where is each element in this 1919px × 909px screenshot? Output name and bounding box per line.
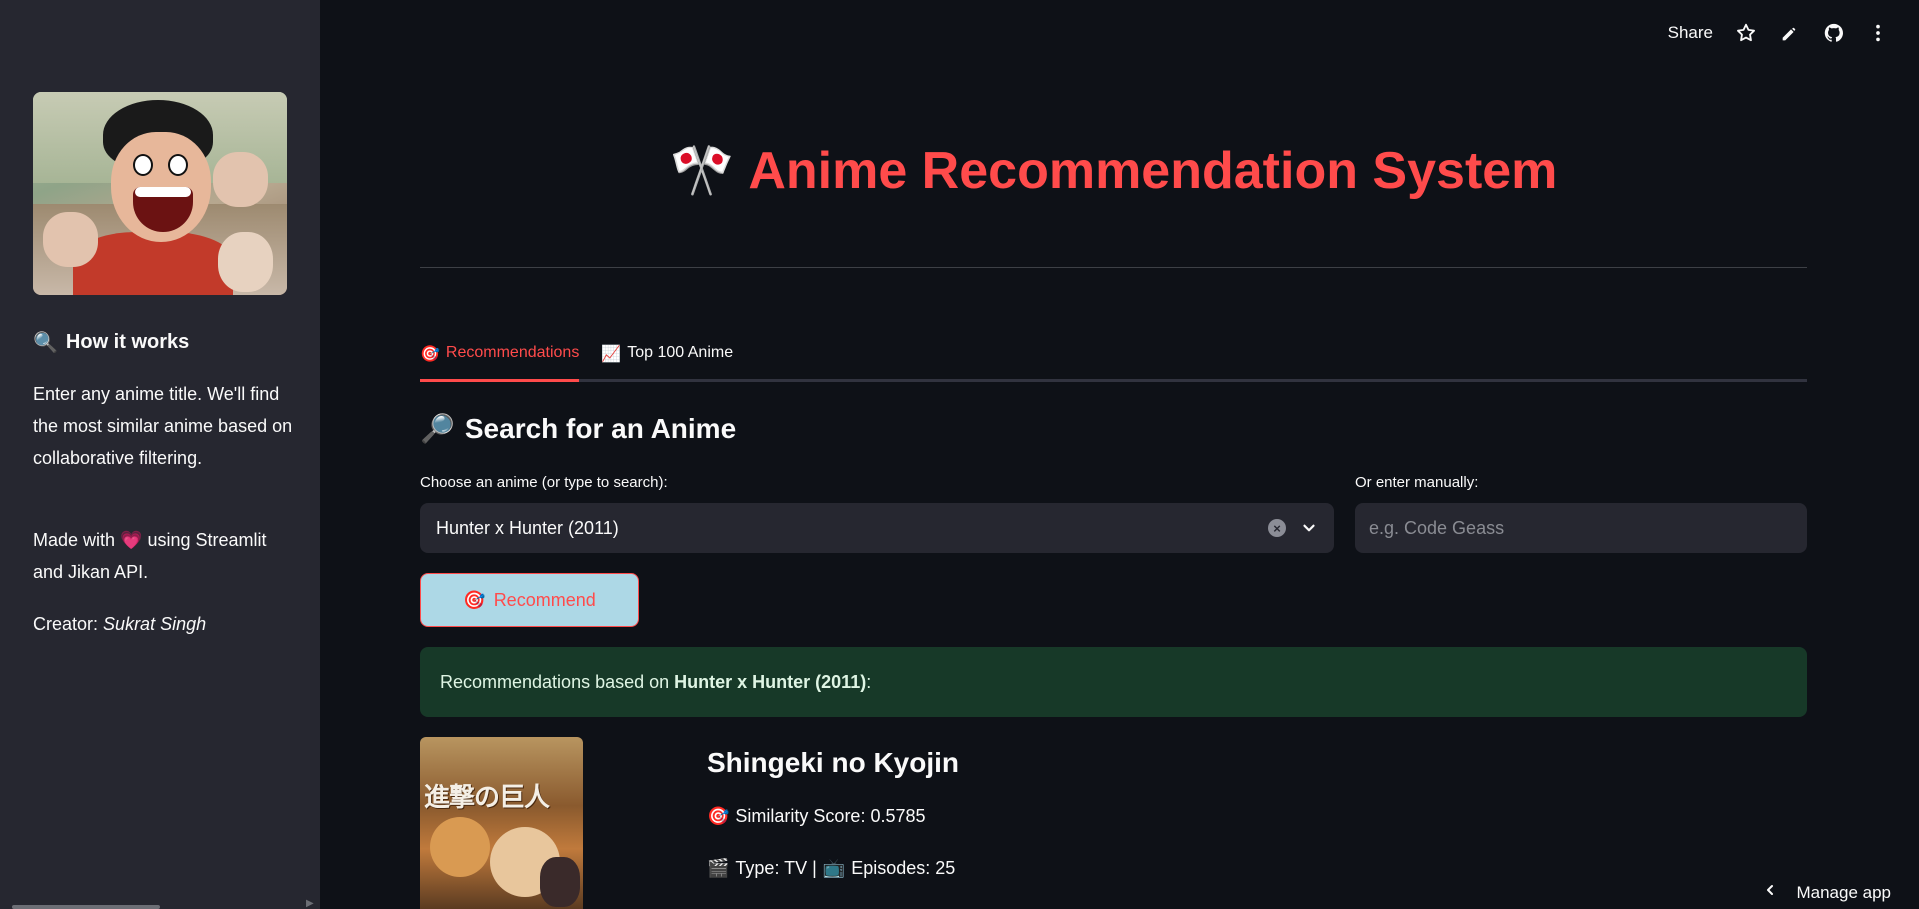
result-anime: Hunter x Hunter (2011) xyxy=(674,671,867,692)
anime-select[interactable]: Hunter x Hunter (2011) × xyxy=(420,503,1334,553)
poster-title-text: 進撃の巨人 xyxy=(424,782,550,812)
sidebar-creator: Creator: Sukrat Singh xyxy=(33,608,293,640)
page-title: 🎌 Anime Recommendation System xyxy=(420,140,1807,201)
page-title-text: Anime Recommendation System xyxy=(748,142,1558,200)
anime-title: Shingeki no Kyojin xyxy=(707,747,960,778)
manage-app-label: Manage app xyxy=(1796,882,1891,902)
sidebar-heading: 🔍 How it works xyxy=(33,330,189,355)
target-icon: 🎯 xyxy=(420,346,440,363)
type-text: Type: TV | xyxy=(735,858,817,878)
tab-recommendations[interactable]: 🎯 Recommendations xyxy=(420,340,580,382)
creator-label: Creator: xyxy=(33,614,99,634)
heart-icon: 💗 xyxy=(120,530,143,550)
target-icon: 🎯 xyxy=(707,806,730,826)
anime-poster: 進撃の巨人 xyxy=(420,737,583,909)
similarity-score-text: Similarity Score: 0.5785 xyxy=(735,806,926,826)
tab-bar: 🎯 Recommendations 📈 Top 100 Anime xyxy=(420,340,1807,382)
anime-type-episodes: 🎬 Type: TV | 📺 Episodes: 25 xyxy=(707,858,955,879)
top-toolbar: Share xyxy=(1668,22,1889,44)
clapper-icon: 🎬 xyxy=(707,858,730,878)
sidebar-anime-image xyxy=(33,92,287,295)
recommend-button[interactable]: 🎯 Recommend xyxy=(420,573,639,627)
kebab-menu-icon[interactable] xyxy=(1867,22,1889,44)
magnifier-icon: 🔎 xyxy=(420,413,455,444)
title-divider xyxy=(420,267,1807,268)
sidebar-heading-text: How it works xyxy=(65,331,190,353)
similarity-score: 🎯 Similarity Score: 0.5785 xyxy=(707,806,926,827)
chart-icon: 📈 xyxy=(601,346,622,363)
app-root: 🔍 How it works Enter any anime title. We… xyxy=(0,0,1919,909)
result-prefix: Recommendations based on xyxy=(440,671,670,692)
tv-icon: 📺 xyxy=(822,858,846,878)
pencil-icon[interactable] xyxy=(1779,22,1801,44)
clear-icon[interactable]: × xyxy=(1268,519,1286,537)
tab-label: Top 100 Anime xyxy=(627,344,734,361)
anime-select-value: Hunter x Hunter (2011) xyxy=(436,517,619,538)
tab-top-100-anime[interactable]: 📈 Top 100 Anime xyxy=(601,340,733,382)
target-icon: 🎯 xyxy=(463,589,486,610)
creator-name: Sukrat Singh xyxy=(103,614,207,634)
scroll-right-icon[interactable]: ▶ xyxy=(306,898,314,909)
made-with-prefix: Made with xyxy=(33,530,116,550)
crossed-flags-icon: 🎌 xyxy=(669,142,735,200)
recommend-button-label: Recommend xyxy=(493,589,596,610)
github-icon[interactable] xyxy=(1823,22,1845,44)
result-notice: Recommendations based on Hunter x Hunter… xyxy=(420,647,1807,717)
tab-label: Recommendations xyxy=(445,344,580,361)
result-suffix: : xyxy=(866,671,872,692)
search-heading: 🔎 Search for an Anime xyxy=(420,412,736,445)
manual-label: Or enter manually: xyxy=(1355,474,1479,491)
manage-app-button[interactable]: Manage app xyxy=(1762,882,1891,903)
share-button[interactable]: Share xyxy=(1668,23,1713,43)
magnifier-icon: 🔍 xyxy=(33,332,58,354)
chevron-left-icon xyxy=(1762,882,1778,903)
star-icon[interactable] xyxy=(1735,22,1757,44)
search-heading-text: Search for an Anime xyxy=(464,412,737,444)
sidebar: 🔍 How it works Enter any anime title. We… xyxy=(0,0,320,909)
chevron-down-icon[interactable] xyxy=(1300,519,1318,537)
episodes-text: Episodes: 25 xyxy=(851,858,956,878)
sidebar-description: Enter any anime title. We'll find the mo… xyxy=(33,384,293,468)
manual-anime-input[interactable] xyxy=(1355,503,1807,553)
sidebar-made-with: Made with 💗 using Streamlit and Jikan AP… xyxy=(33,524,293,588)
select-label: Choose an anime (or type to search): xyxy=(420,474,668,491)
sidebar-scrollbar[interactable] xyxy=(12,905,160,909)
